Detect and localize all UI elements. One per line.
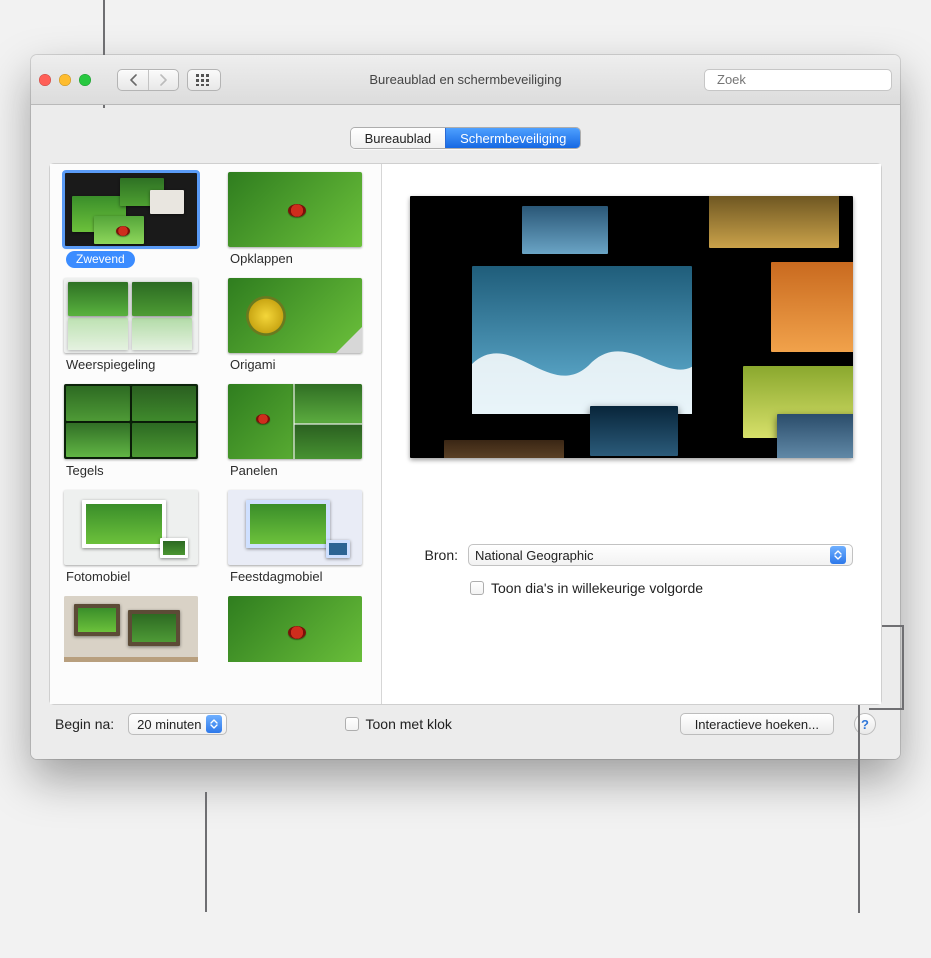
screensaver-label: Origami [230,357,362,372]
source-popup[interactable]: National Geographic [468,544,853,566]
screensaver-item-panelen[interactable]: Panelen [228,384,362,484]
screensaver-label: Zwevend [66,251,135,268]
screensaver-item-extra-1[interactable] [64,596,198,662]
zoom-icon[interactable] [79,74,91,86]
titlebar: Bureaublad en schermbeveiliging [31,55,900,105]
hot-corners-label: Interactieve hoeken... [695,717,819,732]
help-button[interactable]: ? [854,713,876,735]
hot-corners-button[interactable]: Interactieve hoeken... [680,713,834,735]
random-order-label: Toon dia's in willekeurige volgorde [491,580,703,596]
search-field[interactable] [704,69,892,91]
screensaver-item-feestdagmobiel[interactable]: Feestdagmobiel [228,490,362,590]
tab-bar: Bureaublad Schermbeveiliging [31,127,900,149]
show-clock-checkbox[interactable]: Toon met klok [345,716,452,732]
window-controls [39,74,91,86]
random-order-checkbox[interactable]: Toon dia's in willekeurige volgorde [470,580,853,596]
footer: Begin na: 20 minuten Toon met klok Inter… [31,705,900,747]
back-button[interactable] [118,70,148,90]
screensaver-label: Weerspiegeling [66,357,198,372]
screensaver-item-origami[interactable]: Origami [228,278,362,378]
screensaver-item-fotomobiel[interactable]: Fotomobiel [64,490,198,590]
screensaver-item-opklappen[interactable]: Opklappen [228,172,362,272]
screensaver-label: Panelen [230,463,362,478]
start-after-value: 20 minuten [137,717,201,732]
close-icon[interactable] [39,74,51,86]
checkbox-icon [470,581,484,595]
show-clock-label: Toon met klok [366,716,452,732]
content-pane: Zwevend Opklappen [49,163,882,705]
screensaver-label: Tegels [66,463,198,478]
screensaver-item-tegels[interactable]: Tegels [64,384,198,484]
tab-screensaver[interactable]: Schermbeveiliging [445,128,580,148]
tab-desktop[interactable]: Bureaublad [351,128,446,148]
help-glyph: ? [861,717,869,732]
screensaver-label: Feestdagmobiel [230,569,362,584]
screensaver-preview [410,196,853,458]
minimize-icon[interactable] [59,74,71,86]
nav-back-forward [117,69,179,91]
screensaver-label: Fotomobiel [66,569,198,584]
screensaver-label: Opklappen [230,251,362,266]
source-value: National Geographic [475,548,594,563]
start-after-popup[interactable]: 20 minuten [128,713,226,735]
screensaver-list: Zwevend Opklappen [50,164,382,704]
chevron-updown-icon [206,715,222,733]
search-input[interactable] [715,71,895,88]
start-after-label: Begin na: [55,716,114,732]
checkbox-icon [345,717,359,731]
screensaver-item-zwevend[interactable]: Zwevend [64,172,198,272]
screensaver-item-extra-2[interactable] [228,596,362,662]
pane-body: Bureaublad Schermbeveiliging [31,105,900,759]
screensaver-item-weerspiegeling[interactable]: Weerspiegeling [64,278,198,378]
source-label: Bron: [410,547,458,563]
prefs-window: Bureaublad en schermbeveiliging Bureaubl… [31,55,900,759]
show-all-button[interactable] [187,69,221,91]
forward-button[interactable] [148,70,178,90]
options-panel: Bron: National Geographic T [382,164,881,704]
chevron-updown-icon [830,546,846,564]
